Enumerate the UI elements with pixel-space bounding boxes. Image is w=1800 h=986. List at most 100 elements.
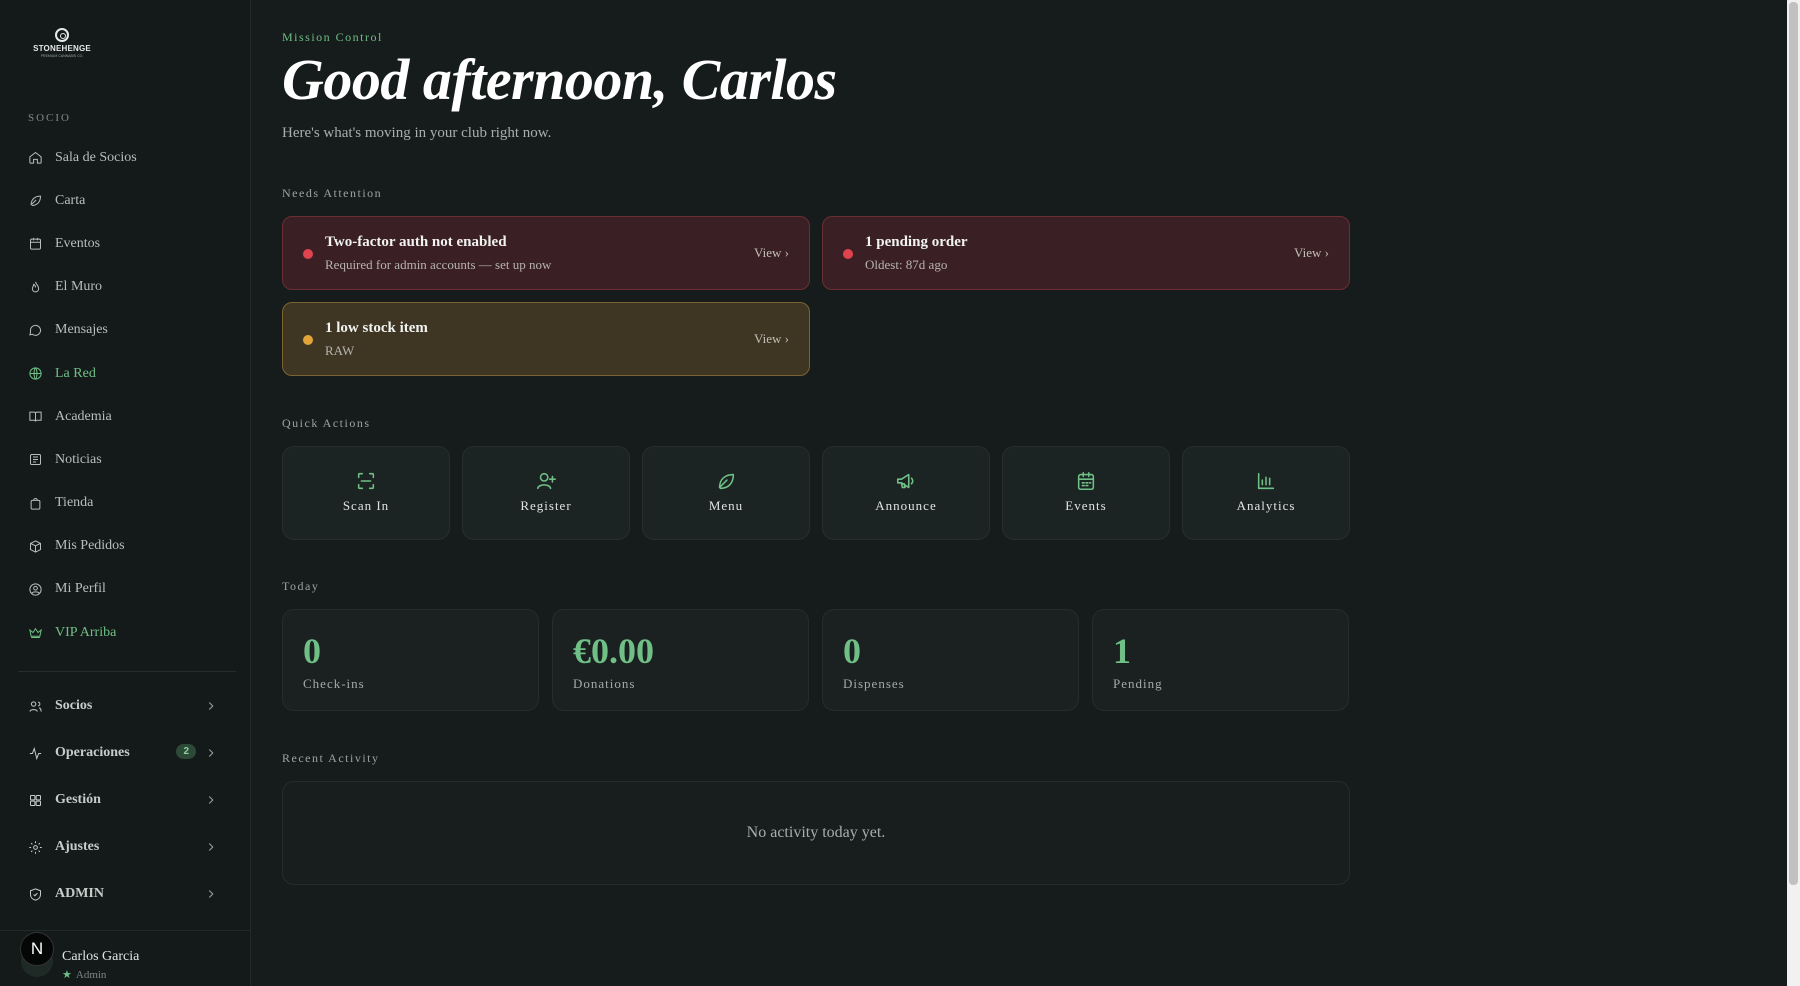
quick-action-label: Announce xyxy=(875,498,937,513)
alert-card-low-stock[interactable]: 1 low stock item RAW View › xyxy=(282,302,810,376)
sidebar-group-admin[interactable]: ADMIN xyxy=(0,874,250,914)
sidebar-item-label: Noticias xyxy=(55,451,102,467)
section-heading-needs-attention: Needs Attention xyxy=(282,186,383,200)
view-link[interactable]: View › xyxy=(754,331,789,347)
calendar-icon xyxy=(1075,470,1097,492)
sidebar-item-vip-arriba[interactable]: VIP Arriba xyxy=(0,611,250,654)
sidebar-item-la-red[interactable]: La Red xyxy=(0,352,250,395)
quick-action-announce[interactable]: Announce xyxy=(822,446,990,540)
sidebar-item-eventos[interactable]: Eventos xyxy=(0,222,250,265)
quick-action-label: Analytics xyxy=(1236,498,1296,513)
sidebar-item-label: Carta xyxy=(55,192,86,208)
sidebar-item-sala-de-socios[interactable]: Sala de Socios xyxy=(0,136,250,179)
bar-chart-icon xyxy=(1255,470,1277,492)
sidebar: STONEHENGE PREMIUM CANNABIS CO. SOCIO Sa… xyxy=(0,0,251,986)
sidebar-group-label: Gestión xyxy=(55,792,101,807)
quick-action-register[interactable]: Register xyxy=(462,446,630,540)
chat-icon xyxy=(28,323,43,338)
floating-avatar-button[interactable]: N xyxy=(20,932,54,966)
page-scrollbar[interactable] xyxy=(1787,0,1800,986)
shield-icon xyxy=(28,887,43,902)
alert-subtitle: RAW xyxy=(325,343,355,358)
alert-card-2fa[interactable]: Two-factor auth not enabled Required for… xyxy=(282,216,810,290)
sidebar-item-carta[interactable]: Carta xyxy=(0,179,250,222)
stat-value: 1 xyxy=(1113,631,1131,671)
quick-action-label: Events xyxy=(1065,498,1107,513)
sidebar-group-socios[interactable]: Socios xyxy=(0,686,250,726)
sidebar-section-label: SOCIO xyxy=(28,112,72,124)
alert-title: 1 pending order xyxy=(865,234,968,250)
grid-icon xyxy=(28,793,43,808)
section-heading-quick-actions: Quick Actions xyxy=(282,416,371,430)
sidebar-item-label: Mensajes xyxy=(55,322,108,338)
calendar-icon xyxy=(28,236,43,251)
sidebar-item-label: Eventos xyxy=(55,235,101,251)
quick-action-label: Scan In xyxy=(342,498,390,513)
sidebar-group-ajustes[interactable]: Ajustes xyxy=(0,827,250,867)
logo-tagline: PREMIUM CANNABIS CO. xyxy=(40,54,84,58)
sidebar-group-label: Operaciones xyxy=(55,745,130,760)
stat-card-donations: €0.00 Donations xyxy=(552,609,809,711)
quick-action-menu[interactable]: Menu xyxy=(642,446,810,540)
users-icon xyxy=(28,699,43,714)
sidebar-item-mensajes[interactable]: Mensajes xyxy=(0,309,250,352)
sidebar-item-noticias[interactable]: Noticias xyxy=(0,438,250,481)
sidebar-item-el-muro[interactable]: El Muro xyxy=(0,266,250,309)
shopping-bag-icon xyxy=(28,496,43,511)
leaf-icon xyxy=(715,470,737,492)
sidebar-group-label: Socios xyxy=(55,698,93,713)
star-icon: ★ xyxy=(62,969,72,981)
activity-icon xyxy=(28,746,43,761)
quick-action-analytics[interactable]: Analytics xyxy=(1182,446,1350,540)
sidebar-group-gestion[interactable]: Gestión xyxy=(0,780,250,820)
stat-label: Pending xyxy=(1113,676,1163,691)
chevron-right-icon xyxy=(204,793,218,807)
gear-icon xyxy=(28,840,43,855)
chevron-right-icon xyxy=(204,746,218,760)
sidebar-item-label: Sala de Socios xyxy=(55,149,137,165)
page-title: Good afternoon, Carlos xyxy=(282,47,837,112)
user-name: Carlos Garcia xyxy=(62,949,140,964)
sidebar-item-mis-pedidos[interactable]: Mis Pedidos xyxy=(0,525,250,568)
sidebar-group-operaciones[interactable]: Operaciones 2 xyxy=(0,733,250,773)
page-eyebrow: Mission Control xyxy=(282,30,383,44)
leaf-icon xyxy=(28,193,43,208)
logo-mark-icon xyxy=(55,28,69,42)
stat-card-dispenses: 0 Dispenses xyxy=(822,609,1079,711)
view-link[interactable]: View › xyxy=(754,245,789,261)
quick-action-scan-in[interactable]: Scan In xyxy=(282,446,450,540)
user-role-label: Admin xyxy=(75,968,107,981)
flame-icon xyxy=(28,280,43,295)
globe-icon xyxy=(28,366,43,381)
stat-card-pending: 1 Pending xyxy=(1092,609,1349,711)
stat-label: Check-ins xyxy=(303,676,365,691)
sidebar-item-label: VIP Arriba xyxy=(55,624,117,640)
sidebar-divider xyxy=(18,671,236,672)
scrollbar-thumb[interactable] xyxy=(1789,2,1798,885)
page-subtitle: Here's what's moving in your club right … xyxy=(282,125,552,141)
sidebar-item-academia[interactable]: Academia xyxy=(0,395,250,438)
stat-card-check-ins: 0 Check-ins xyxy=(282,609,539,711)
brand-logo[interactable]: STONEHENGE PREMIUM CANNABIS CO. xyxy=(32,28,92,64)
alert-title: 1 low stock item xyxy=(325,320,428,336)
view-link[interactable]: View › xyxy=(1294,245,1329,261)
sidebar-group-label: ADMIN xyxy=(55,886,104,901)
sidebar-item-tienda[interactable]: Tienda xyxy=(0,482,250,525)
quick-action-label: Register xyxy=(520,498,572,513)
sidebar-item-label: La Red xyxy=(55,365,96,381)
sidebar-item-label: Tienda xyxy=(55,495,94,511)
newspaper-icon xyxy=(28,452,43,467)
quick-action-label: Menu xyxy=(708,498,744,513)
logo-wordmark: STONEHENGE xyxy=(33,44,91,53)
sidebar-item-label: Mi Perfil xyxy=(55,581,106,597)
sidebar-item-label: Academia xyxy=(55,408,112,424)
alert-subtitle: Required for admin accounts — set up now xyxy=(325,257,552,272)
recent-activity-panel: No activity today yet. xyxy=(282,781,1350,885)
status-dot xyxy=(303,249,313,259)
user-role: ★ Admin xyxy=(62,968,107,982)
sidebar-item-mi-perfil[interactable]: Mi Perfil xyxy=(0,568,250,611)
count-badge: 2 xyxy=(176,744,196,759)
quick-action-events[interactable]: Events xyxy=(1002,446,1170,540)
chevron-right-icon xyxy=(204,887,218,901)
alert-card-pending-order[interactable]: 1 pending order Oldest: 87d ago View › xyxy=(822,216,1350,290)
